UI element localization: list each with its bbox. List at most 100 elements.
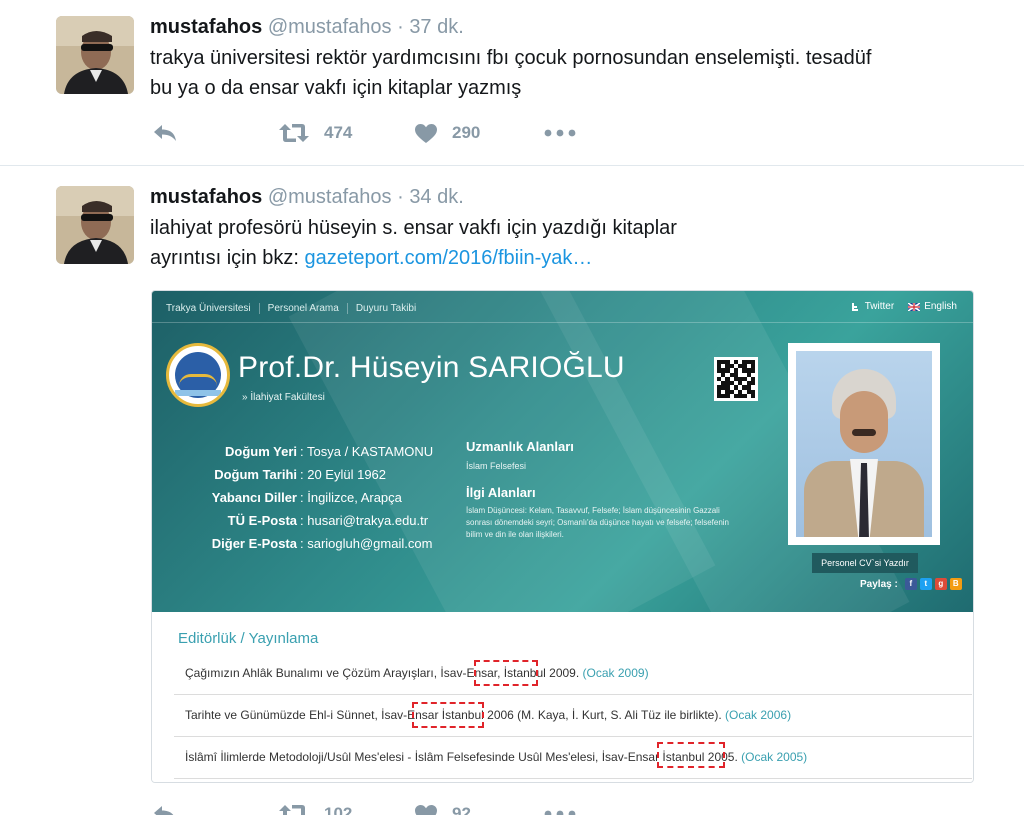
display-name[interactable]: mustafahos [150,186,262,208]
tweet[interactable]: mustafahos @mustafahos · 37 dk. trakya ü… [0,0,1024,166]
site-nav: Trakya Üniversitesi Personel Arama Duyur… [166,303,424,314]
highlight-box [412,702,484,728]
site-top-links: Twitter English [851,301,957,312]
print-cv-button: Personel CV`si Yazdır [812,553,918,573]
like-count: 290 [452,123,481,142]
info-value: husari@trakya.edu.tr [300,509,433,532]
info-label: Diğer E-Posta [211,536,297,551]
divider [174,778,972,779]
info-label: Yabancı Diller [211,490,297,505]
highlight-box [474,660,538,686]
reply-button[interactable] [152,123,278,143]
tweet-link[interactable]: gazeteport.com/2016/fbiin-yak… [305,247,593,269]
nav-link: Duyuru Takibi [355,303,417,314]
twitter-icon [851,303,858,311]
tweet-header: mustafahos @mustafahos · 37 dk. [150,16,464,39]
retweet-icon [279,124,309,142]
nav-link: Trakya Üniversitesi [166,303,260,314]
display-name[interactable]: mustafahos [150,16,262,38]
publications-title: Editörlük / Yayınlama [178,630,319,647]
more-button[interactable] [544,128,576,138]
twitter-link: Twitter [851,301,894,312]
more-dots-icon [544,129,576,137]
like-button[interactable]: 290 [414,123,544,144]
publication-date: (Ocak 2006) [725,708,792,722]
info-value: Tosya / KASTAMONU [300,440,433,463]
profile-banner: Trakya Üniversitesi Personel Arama Duyur… [152,291,973,612]
info-label: Doğum Yeri [224,444,297,459]
publication-item: Çağımızın Ahlâk Bunalımı ve Çözüm Arayış… [185,666,649,680]
avatar-image [56,16,134,94]
reply-icon [154,806,174,815]
info-value: İngilizce, Arapça [300,486,433,509]
info-label: Doğum Tarihi [214,467,297,482]
publications-section: Editörlük / Yayınlama Çağımızın Ahlâk Bu… [152,612,973,782]
english-label: English [924,301,957,312]
info-label: TÜ E-Posta [227,513,297,528]
user-handle[interactable]: @mustafahos [268,186,392,208]
tweet-actions: 474 290 [152,118,576,148]
tweet-text-prefix: ayrıntısı için bkz: [150,247,299,269]
profile-photo [788,343,940,545]
separator-dot: · [397,16,404,38]
nav-link: Personel Arama [260,303,348,314]
publication-date: (Ocak 2009) [582,666,649,680]
tweet-actions: 102 92 [152,799,576,815]
divider [152,322,973,323]
divider [174,736,972,737]
retweet-count: 102 [324,804,353,815]
info-value: sariogluh@gmail.com [300,532,433,555]
facebook-icon: f [904,578,917,590]
blogger-icon: B [949,578,962,590]
retweet-count: 474 [324,123,353,142]
retweet-button[interactable]: 474 [278,122,414,144]
profile-name: Prof.Dr. Hüseyin SARIOĞLU [238,351,625,384]
faculty-label: » İlahiyat Fakültesi [242,392,325,403]
info-value: 20 Eylül 1962 [300,463,433,486]
info-values: Tosya / KASTAMONU 20 Eylül 1962 İngilizc… [300,440,433,555]
tweet-media-image[interactable]: Trakya Üniversitesi Personel Arama Duyur… [151,290,974,783]
expertise-title: Uzmanlık Alanları [466,439,574,454]
publication-text: İslâmî İlimlerde Metodoloji/Usûl Mes'ele… [185,750,738,764]
reply-button[interactable] [152,804,278,815]
tweet-text: trakya üniversitesi rektör yardımcısını … [150,43,990,103]
publication-date: (Ocak 2005) [741,750,808,764]
qr-code-icon [714,357,758,401]
tweet-text: ilahiyat profesörü hüseyin s. ensar vakf… [150,213,990,273]
more-dots-icon [544,810,576,815]
share-bar: Paylaş : f t g B [860,578,962,590]
tweet-text-line: ilahiyat profesörü hüseyin s. ensar vakf… [150,217,677,239]
avatar[interactable] [56,16,134,94]
divider [174,694,972,695]
google-plus-icon: g [934,578,947,590]
highlight-box [657,742,725,768]
tweet-text-line: ayrıntısı için bkz: gazeteport.com/2016/… [150,243,990,273]
publication-item: Tarihte ve Günümüzde Ehl-i Sünnet, İsav-… [185,708,791,722]
twitter-share-icon: t [919,578,932,590]
tweet-text-line: trakya üniversitesi rektör yardımcısını … [150,47,872,69]
retweet-button[interactable]: 102 [278,803,414,815]
tweet[interactable]: mustafahos @mustafahos · 34 dk. ilahiyat… [0,167,1024,815]
expertise-text: İslam Felsefesi [466,461,527,471]
university-logo [166,343,230,407]
like-button[interactable]: 92 [414,804,544,815]
share-label: Paylaş : [860,578,898,590]
interests-text: İslam Düşüncesi: Kelam, Tasavvuf, Felsef… [466,506,730,539]
heart-icon [415,123,437,143]
interests-title: İlgi Alanları [466,485,536,500]
avatar-image [56,186,134,264]
separator-dot: · [397,186,404,208]
tweet-timestamp[interactable]: 34 dk. [409,186,463,208]
retweet-icon [279,805,305,815]
english-link: English [908,301,957,312]
user-handle[interactable]: @mustafahos [268,16,392,38]
uk-flag-icon [908,302,921,311]
tweet-text-line: bu ya o da ensar vakfı için kitaplar yaz… [150,77,522,99]
avatar[interactable] [56,186,134,264]
tweet-header: mustafahos @mustafahos · 34 dk. [150,186,464,209]
more-button[interactable] [544,809,576,815]
tweet-timestamp[interactable]: 37 dk. [409,16,463,38]
heart-icon [415,804,437,815]
reply-icon [154,125,176,141]
info-labels: Doğum Yeri Doğum Tarihi Yabancı Diller T… [182,440,297,555]
